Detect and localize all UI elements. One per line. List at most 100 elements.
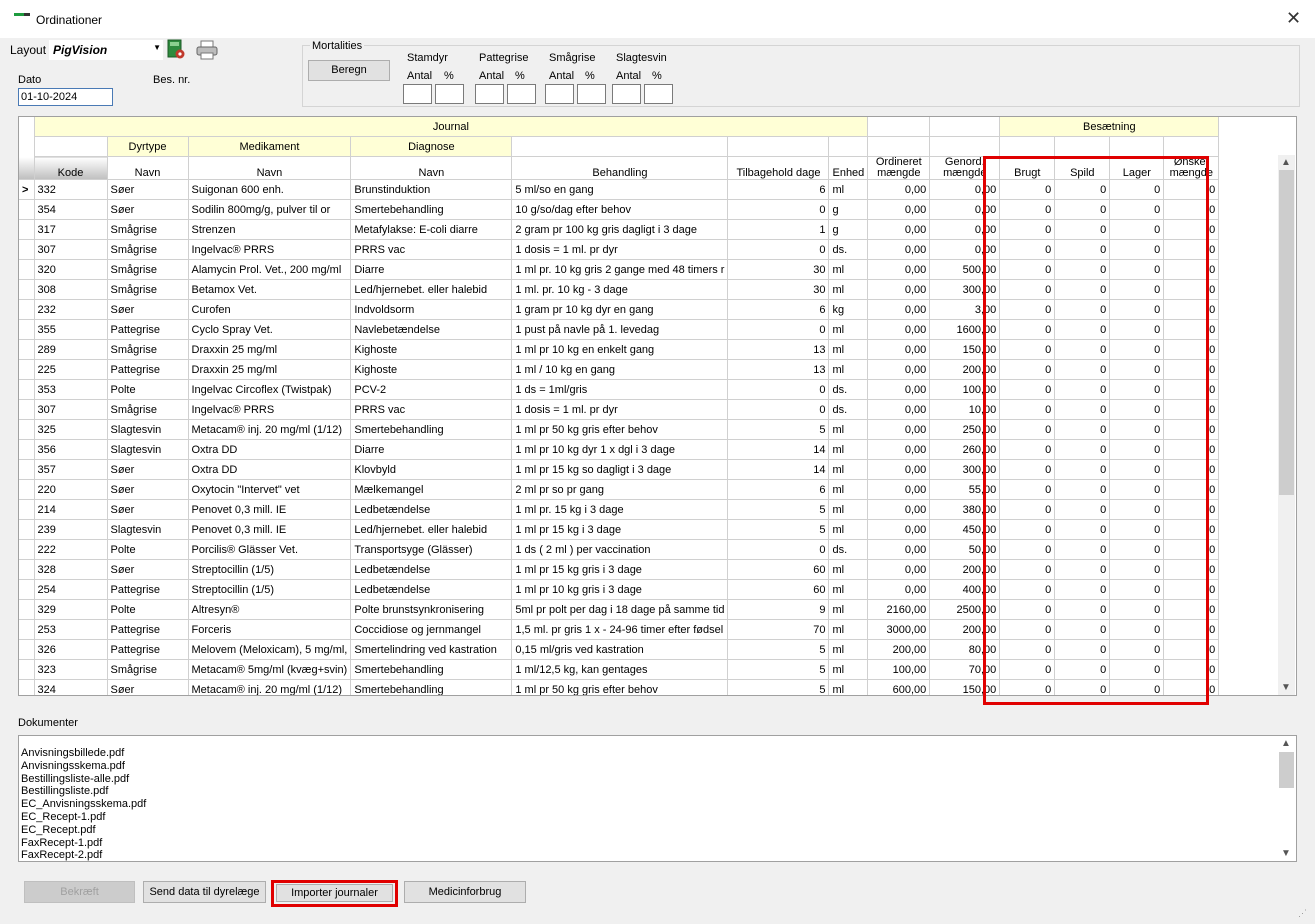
table-cell[interactable]: 10 g/so/dag efter behov: [511, 199, 729, 220]
table-cell[interactable]: 1 ml pr. 10 kg gris 2 gange med 48 timer…: [511, 259, 729, 280]
table-cell[interactable]: PCV-2: [350, 379, 513, 400]
table-cell[interactable]: Metacam® inj. 20 mg/ml (1/12): [188, 419, 352, 440]
table-cell[interactable]: 289: [34, 339, 108, 360]
col-tilbagehold[interactable]: Tilbagehold dage: [727, 156, 830, 180]
col-enhed[interactable]: Enhed: [828, 156, 869, 180]
table-cell[interactable]: ml: [828, 499, 869, 520]
table-cell[interactable]: g: [828, 199, 869, 220]
table-cell[interactable]: 307: [34, 399, 108, 420]
table-cell[interactable]: 356: [34, 439, 108, 460]
table-cell[interactable]: Smertelindring ved kastration: [350, 639, 513, 660]
table-cell[interactable]: Penovet 0,3 mill. IE: [188, 519, 352, 540]
list-item[interactable]: Anvisningsskema.pdf: [21, 760, 146, 773]
table-cell[interactable]: ml: [828, 579, 869, 600]
table-cell[interactable]: 239: [34, 519, 108, 540]
table-cell[interactable]: 329: [34, 599, 108, 620]
table-cell[interactable]: Diarre: [350, 259, 513, 280]
table-cell[interactable]: Søer: [107, 559, 189, 580]
send-data-button[interactable]: Send data til dyrelæge: [143, 881, 266, 903]
document-list[interactable]: Anvisningsbillede.pdf Anvisningsskema.pdf…: [18, 735, 1297, 862]
table-cell[interactable]: Alamycin Prol. Vet., 200 mg/ml: [188, 259, 352, 280]
table-cell[interactable]: 3000,00: [867, 619, 931, 640]
slagtesvin-antal-field[interactable]: [612, 84, 641, 104]
table-cell[interactable]: ds.: [828, 539, 869, 560]
table-cell[interactable]: PRRS vac: [350, 399, 513, 420]
table-cell[interactable]: 0,00: [867, 259, 931, 280]
table-cell[interactable]: 1 ml / 10 kg en gang: [511, 359, 729, 380]
list-item[interactable]: EC_Anvisningsskema.pdf: [21, 798, 146, 811]
list-item[interactable]: FaxRecept-1.pdf: [21, 837, 146, 850]
slagtesvin-pct-field[interactable]: [644, 84, 673, 104]
row-header[interactable]: [19, 259, 35, 280]
table-cell[interactable]: ml: [828, 439, 869, 460]
smagrise-antal-field[interactable]: [545, 84, 574, 104]
col-medikament-navn[interactable]: Navn: [188, 156, 352, 180]
row-header[interactable]: [19, 559, 35, 580]
table-cell[interactable]: Penovet 0,3 mill. IE: [188, 499, 352, 520]
row-header[interactable]: [19, 499, 35, 520]
row-header[interactable]: [19, 279, 35, 300]
table-cell[interactable]: 14: [727, 439, 830, 460]
list-item[interactable]: EC_Recept-1.pdf: [21, 811, 146, 824]
row-header[interactable]: [19, 419, 35, 440]
table-cell[interactable]: Kighoste: [350, 359, 513, 380]
row-header[interactable]: [19, 539, 35, 560]
table-cell[interactable]: ml: [828, 279, 869, 300]
row-header[interactable]: [19, 479, 35, 500]
table-cell[interactable]: Brunstinduktion: [350, 179, 513, 200]
table-cell[interactable]: Suigonan 600 enh.: [188, 179, 352, 200]
table-cell[interactable]: ml: [828, 359, 869, 380]
table-cell[interactable]: 30: [727, 259, 830, 280]
table-cell[interactable]: kg: [828, 299, 869, 320]
table-cell[interactable]: Metacam® inj. 20 mg/ml (1/12): [188, 679, 352, 695]
col-diagnose-navn[interactable]: Navn: [350, 156, 513, 180]
table-cell[interactable]: 1,5 ml. pr gris 1 x - 24-96 timer efter …: [511, 619, 729, 640]
table-cell[interactable]: Smertebehandling: [350, 679, 513, 695]
close-icon[interactable]: ✕: [1286, 8, 1301, 29]
table-cell[interactable]: PRRS vac: [350, 239, 513, 260]
row-header[interactable]: [19, 599, 35, 620]
table-cell[interactable]: Porcilis® Glässer Vet.: [188, 539, 352, 560]
table-cell[interactable]: Strenzen: [188, 219, 352, 240]
table-cell[interactable]: 225: [34, 359, 108, 380]
col-kode[interactable]: Kode: [34, 156, 108, 180]
table-cell[interactable]: Transportsyge (Glässer): [350, 539, 513, 560]
table-cell[interactable]: 0,00: [867, 339, 931, 360]
table-cell[interactable]: 5: [727, 679, 830, 695]
table-cell[interactable]: Diarre: [350, 439, 513, 460]
row-header[interactable]: [19, 219, 35, 240]
table-cell[interactable]: 0,00: [867, 359, 931, 380]
table-cell[interactable]: 353: [34, 379, 108, 400]
resize-grip-icon[interactable]: ⋰: [1298, 908, 1307, 919]
table-cell[interactable]: Smertebehandling: [350, 419, 513, 440]
table-cell[interactable]: Metacam® 5mg/ml (kvæg+svin): [188, 659, 352, 680]
table-cell[interactable]: Ingelvac® PRRS: [188, 399, 352, 420]
table-cell[interactable]: Polte brunstsynkronisering: [350, 599, 513, 620]
table-cell[interactable]: 0,00: [867, 239, 931, 260]
table-cell[interactable]: Oxtra DD: [188, 439, 352, 460]
table-cell[interactable]: Streptocillin (1/5): [188, 579, 352, 600]
row-header[interactable]: [19, 619, 35, 640]
row-header[interactable]: [19, 359, 35, 380]
table-cell[interactable]: Pattegrise: [107, 319, 189, 340]
table-cell[interactable]: ml: [828, 679, 869, 695]
table-cell[interactable]: 1 ml pr 50 kg gris efter behov: [511, 679, 729, 695]
table-cell[interactable]: 307: [34, 239, 108, 260]
row-header[interactable]: [19, 339, 35, 360]
table-cell[interactable]: 200,00: [867, 639, 931, 660]
table-cell[interactable]: Curofen: [188, 299, 352, 320]
table-cell[interactable]: 6: [727, 479, 830, 500]
table-cell[interactable]: 332: [34, 179, 108, 200]
table-cell[interactable]: 1 gram pr 10 kg dyr en gang: [511, 299, 729, 320]
pattegrise-antal-field[interactable]: [475, 84, 504, 104]
table-cell[interactable]: ds.: [828, 399, 869, 420]
bekraeft-button[interactable]: Bekræft: [24, 881, 135, 903]
table-cell[interactable]: 1 ml pr 10 kg gris i 3 dage: [511, 579, 729, 600]
row-header[interactable]: [19, 319, 35, 340]
table-cell[interactable]: 317: [34, 219, 108, 240]
table-cell[interactable]: ml: [828, 559, 869, 580]
table-cell[interactable]: ds.: [828, 239, 869, 260]
stamdyr-antal-field[interactable]: [403, 84, 432, 104]
table-cell[interactable]: Sodilin 800mg/g, pulver til or: [188, 199, 352, 220]
table-cell[interactable]: Søer: [107, 679, 189, 695]
